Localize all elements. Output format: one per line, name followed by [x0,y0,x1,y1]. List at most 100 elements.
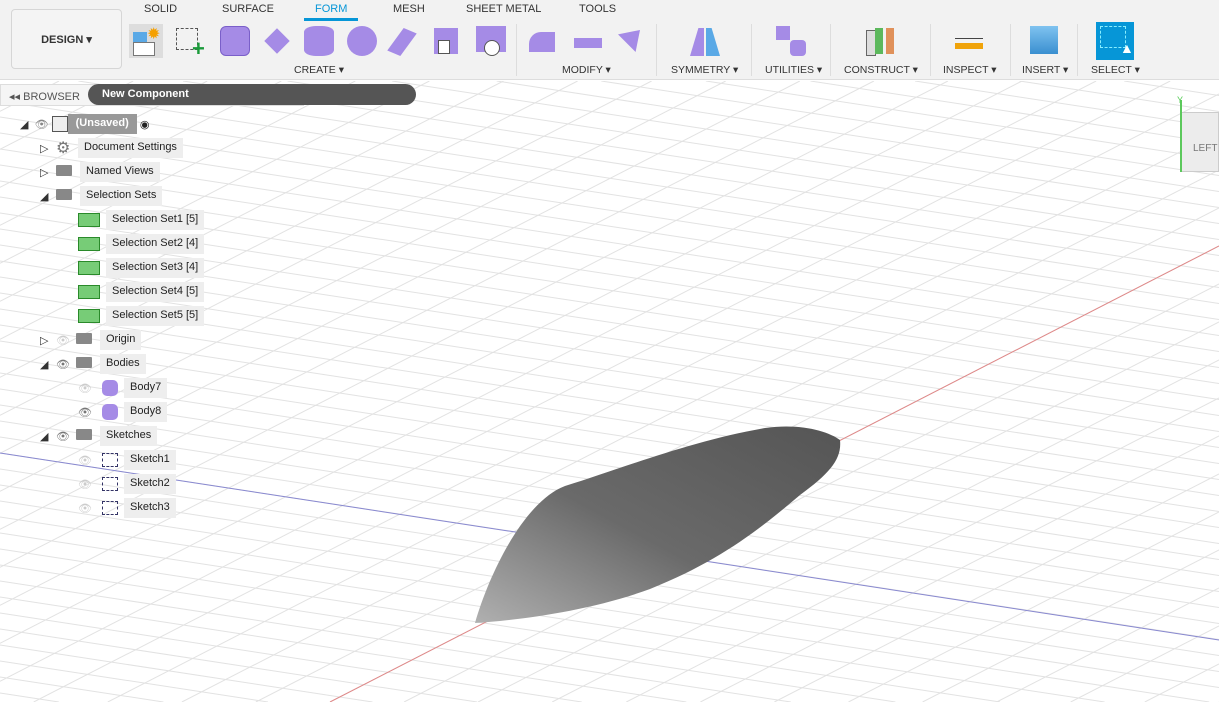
pipe-icon[interactable] [474,24,508,58]
tree-root[interactable]: ◢ 👁 (Unsaved) ◉ [20,114,149,134]
grid-line [810,81,1219,144]
utilities-menu[interactable]: UTILITIES ▾ [765,64,822,76]
visibility-eye-icon[interactable]: 👁 [78,454,98,467]
tree-item-label: Origin [100,330,142,350]
tab-form[interactable]: FORM [315,3,347,15]
view-cube[interactable]: LEFT [1180,112,1219,172]
expand-icon[interactable]: ◢ [40,430,56,443]
component-tooltip: New Component [88,84,416,105]
construct-icon[interactable] [862,24,896,58]
workspace-switcher[interactable]: DESIGN ▾ [11,9,122,69]
tree-item-label: Selection Set1 [5] [106,210,205,230]
tree-item[interactable]: Selection Set5 [5] [78,306,205,326]
visibility-eye-icon[interactable]: 👁 [78,382,98,395]
gear-icon: ⚙ [56,140,71,157]
sketch-icon [102,477,118,491]
grid-line [601,81,1219,176]
extrude-icon[interactable] [430,24,464,58]
symmetry-icon[interactable] [688,24,722,58]
tree-item[interactable]: 👁 Sketch1 [78,450,176,470]
tree-item[interactable]: 👁 Body7 [78,378,168,398]
3d-viewport[interactable] [0,81,1219,702]
utilities-icon[interactable] [774,24,808,58]
sketch-icon [102,453,118,467]
tree-item[interactable]: Selection Set2 [4] [78,234,205,254]
tree-item-label: Sketch3 [124,498,176,518]
tree-item[interactable]: ◢ 👁 Sketches [40,426,158,446]
grid-line [0,628,478,702]
create-menu[interactable]: CREATE ▾ [294,64,344,76]
tab-solid[interactable]: SOLID [144,3,177,15]
tree-item-label: Sketch2 [124,474,176,494]
visibility-eye-icon[interactable]: 👁 [78,406,98,419]
expand-icon[interactable]: ◢ [40,190,56,203]
tree-item[interactable]: Selection Set4 [5] [78,282,205,302]
select-menu[interactable]: SELECT ▾ [1091,64,1140,76]
modify-menu[interactable]: MODIFY ▾ [562,64,611,76]
tree-item[interactable]: 👁 Sketch2 [78,474,176,494]
subdivide-icon[interactable] [612,24,646,58]
grid-line [0,596,687,702]
tab-tools[interactable]: TOOLS [579,3,616,15]
folder-icon [76,429,100,443]
visibility-eye-icon[interactable]: 👁 [56,430,76,443]
tree-item-label: Sketches [100,426,158,446]
plane-icon[interactable] [260,24,294,58]
expand-icon[interactable]: ▷ [40,166,56,179]
grid-line [33,93,1219,702]
visibility-eye-icon[interactable]: 👁 [78,502,98,515]
body-icon [102,404,118,420]
tree-item[interactable]: ◢ 👁 Bodies [40,354,146,374]
grid-line [0,612,582,702]
face-icon[interactable] [387,24,422,58]
grid-line [0,660,269,702]
folder-icon [56,165,80,179]
folder-icon [76,357,100,371]
expand-icon[interactable]: ◢ [40,358,56,371]
visibility-eye-icon[interactable]: 👁 [78,478,98,491]
grid-line [0,580,791,702]
tree-item[interactable]: Selection Set3 [4] [78,258,205,278]
collapse-icon[interactable]: ◂◂ [9,91,20,103]
active-tab-indicator [304,18,358,21]
visibility-eye-icon[interactable]: 👁 [56,334,76,347]
tree-item[interactable]: ▷ ⚙ Document Settings [40,138,183,158]
expand-icon[interactable]: ▷ [40,142,56,155]
construct-menu[interactable]: CONSTRUCT ▾ [844,64,918,76]
grid-line [0,81,1023,606]
viewcube-face: LEFT [1193,143,1218,154]
tab-sheet-metal[interactable]: SHEET METAL [466,3,541,15]
selection-set-icon [78,213,100,227]
tab-surface[interactable]: SURFACE [222,3,274,15]
tab-mesh[interactable]: MESH [393,3,425,15]
tree-item[interactable]: 👁 Sketch3 [78,498,176,518]
tree-item[interactable]: ▷ Named Views [40,162,160,182]
tree-item[interactable]: Selection Set1 [5] [78,210,205,230]
insert-edge-icon[interactable] [570,24,604,58]
folder-icon [76,333,100,347]
insert-image-icon[interactable] [1028,24,1062,58]
create-sketch-icon[interactable]: + [174,24,208,61]
expand-icon[interactable]: ▷ [40,334,56,347]
edit-form-icon[interactable] [527,24,561,58]
select-icon[interactable]: ▲ [1096,22,1134,60]
body-icon [102,380,118,396]
sphere-icon[interactable] [345,24,379,58]
box-icon[interactable] [218,24,252,58]
cylinder-icon[interactable] [302,24,336,58]
inspect-menu[interactable]: INSPECT ▾ [943,64,997,76]
insert-menu[interactable]: INSERT ▾ [1022,64,1068,76]
activate-radio-icon[interactable]: ◉ [140,118,150,131]
grid-line [107,131,1219,702]
tree-item[interactable]: 👁 Body8 [78,402,168,422]
grid-line [496,81,1219,192]
visibility-eye-icon[interactable]: 👁 [56,358,76,371]
tree-item-label: Body7 [124,378,168,398]
measure-icon[interactable] [953,24,987,58]
symmetry-menu[interactable]: SYMMETRY ▾ [671,64,738,76]
tree-item[interactable]: ▷ 👁 Origin [40,330,142,350]
selection-set-icon [78,309,100,323]
tree-item-label: Selection Set5 [5] [106,306,205,326]
create-form-icon[interactable]: ✹ [129,24,163,58]
tree-item[interactable]: ◢ Selection Sets [40,186,163,206]
